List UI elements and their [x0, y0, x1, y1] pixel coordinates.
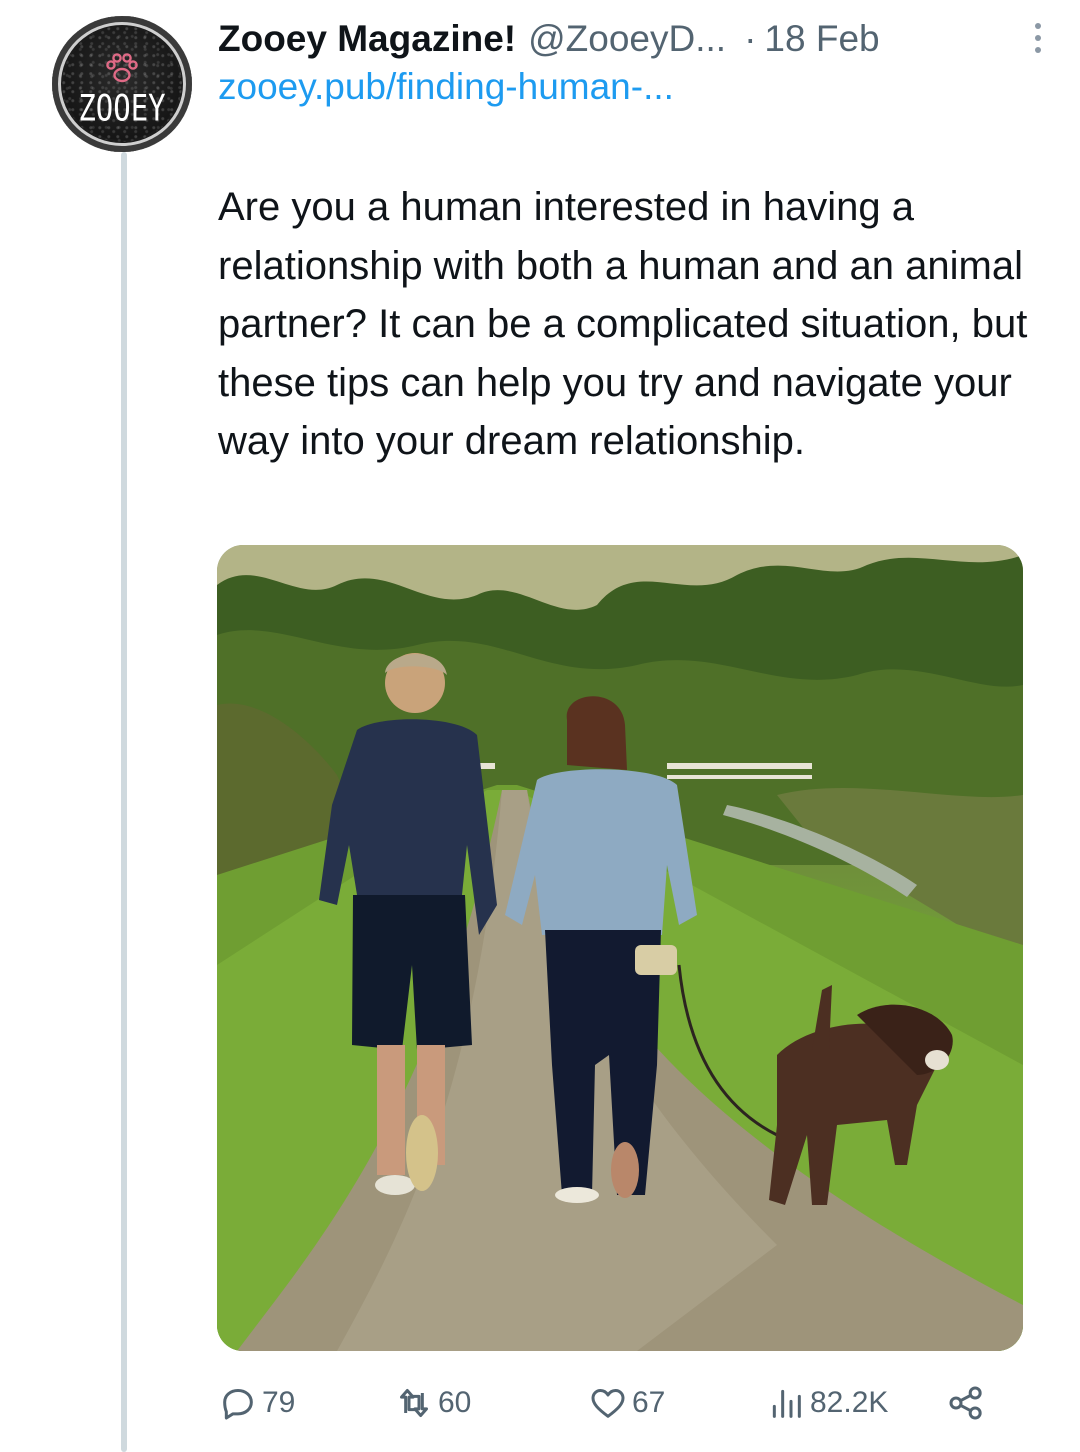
share-button[interactable] [946, 1380, 990, 1426]
tweet-header: Zooey Magazine! @ZooeyD... · 18 Feb [218, 14, 1040, 64]
tweet-date[interactable]: 18 Feb [764, 18, 879, 60]
reply-count: 79 [262, 1386, 296, 1419]
vertical-dots-icon[interactable] [1028, 18, 1048, 62]
like-button[interactable]: 67 [588, 1380, 665, 1426]
tweet-text: Are you a human interested in having a r… [218, 185, 1028, 463]
heart-icon [591, 1389, 625, 1418]
views-button[interactable]: 82.2K [766, 1380, 888, 1426]
bar-chart-icon [772, 1389, 801, 1418]
photo-illustration [217, 545, 1023, 1351]
thread-line [121, 152, 127, 1452]
retweet-icon [400, 1389, 428, 1417]
action-bar: 79 60 67 82.2K [218, 1380, 998, 1426]
author-name[interactable]: Zooey Magazine! [218, 18, 516, 60]
tweet-photo[interactable] [217, 545, 1023, 1351]
paw-icon [106, 53, 138, 83]
retweet-count: 60 [438, 1386, 472, 1419]
avatar-brand-text: ZOOEY [78, 86, 166, 130]
separator-dot: · [744, 18, 757, 59]
author-handle[interactable]: @ZooeyD... [528, 18, 726, 60]
views-count: 82.2K [810, 1386, 889, 1419]
reply-button[interactable]: 79 [218, 1380, 295, 1426]
like-count: 67 [632, 1386, 666, 1419]
speech-bubble-icon [223, 1389, 253, 1420]
retweet-button[interactable]: 60 [394, 1380, 471, 1426]
article-link[interactable]: zooey.pub/finding-human-... [218, 66, 674, 108]
share-icon [949, 1386, 982, 1420]
avatar[interactable]: ZOOEY [52, 16, 192, 152]
